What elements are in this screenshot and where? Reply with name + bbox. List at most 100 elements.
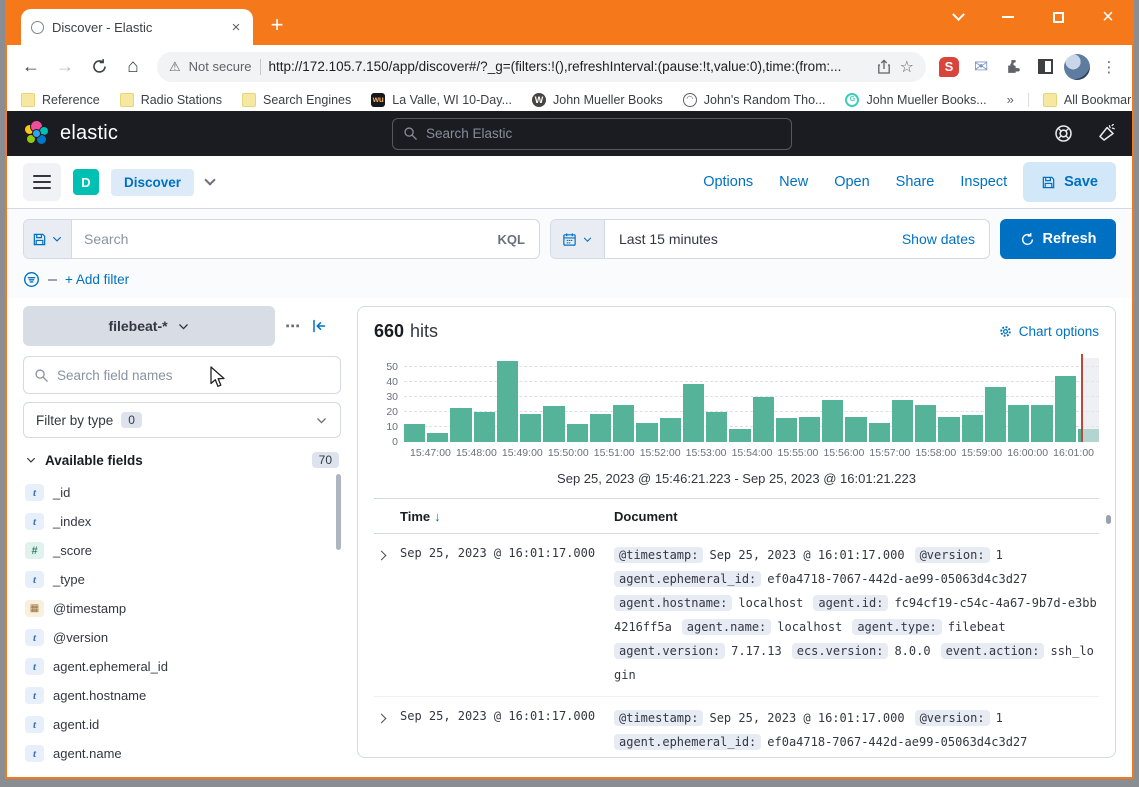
histogram-bar[interactable]: [1008, 405, 1029, 443]
url-bar[interactable]: Not secure http://172.105.7.150/app/disc…: [157, 52, 926, 82]
newsfeed-icon[interactable]: [1097, 124, 1116, 143]
histogram-bar[interactable]: [543, 406, 564, 442]
field-chip[interactable]: event.action:: [941, 643, 1045, 659]
nav-menu-item[interactable]: Options: [703, 174, 753, 190]
field-chip[interactable]: agent.id:: [813, 595, 888, 611]
histogram-bar[interactable]: [404, 424, 425, 442]
bookmark-item[interactable]: Radio Stations: [120, 93, 222, 107]
browser-tab[interactable]: Discover - Elastic: [21, 9, 253, 45]
home-icon[interactable]: [119, 53, 147, 81]
histogram-bar[interactable]: [497, 361, 518, 442]
nav-menu-item[interactable]: Inspect: [960, 174, 1007, 190]
histogram-bar[interactable]: [450, 408, 471, 443]
main-menu-icon[interactable]: [23, 163, 61, 201]
histogram-bar[interactable]: [892, 400, 913, 442]
filter-icon[interactable]: [23, 271, 40, 288]
chevron-down-icon[interactable]: [204, 174, 215, 185]
not-secure-label[interactable]: Not secure: [189, 59, 252, 74]
field-chip[interactable]: agent.name:: [682, 619, 771, 635]
field-list-item[interactable]: # _score: [23, 536, 341, 565]
minimize-icon[interactable]: [998, 7, 1018, 27]
close-window-icon[interactable]: [1098, 7, 1118, 27]
collapse-sidebar-icon[interactable]: [311, 318, 327, 334]
extensions-puzzle-icon[interactable]: [1000, 54, 1026, 80]
space-avatar[interactable]: D: [73, 169, 99, 195]
bookmark-item[interactable]: John Mueller Books: [532, 93, 663, 107]
chart-options-button[interactable]: Chart options: [998, 324, 1099, 339]
nav-menu-item[interactable]: Share: [896, 174, 935, 190]
field-settings-icon[interactable]: [285, 317, 301, 335]
histogram-bar[interactable]: [1031, 405, 1052, 443]
histogram-bar[interactable]: [427, 433, 448, 442]
global-search[interactable]: [392, 118, 792, 150]
index-pattern-select[interactable]: filebeat-*: [23, 306, 275, 346]
nav-menu-item[interactable]: New: [779, 174, 808, 190]
histogram-bar[interactable]: [962, 415, 983, 442]
histogram-bar[interactable]: [845, 417, 866, 443]
histogram-bar[interactable]: [938, 417, 959, 443]
extension-s-icon[interactable]: [936, 54, 962, 80]
expand-row-icon[interactable]: [374, 706, 400, 758]
field-chip[interactable]: agent.ephemeral_id:: [614, 571, 761, 587]
histogram-bar[interactable]: [985, 387, 1006, 443]
extension-mail-icon[interactable]: [968, 54, 994, 80]
histogram-bar[interactable]: [474, 412, 495, 442]
field-list-item[interactable]: t @version: [23, 623, 341, 652]
not-secure-warning-icon[interactable]: [169, 58, 181, 76]
filter-by-type-select[interactable]: Filter by type 0: [23, 402, 341, 438]
field-search[interactable]: [23, 356, 341, 394]
field-chip[interactable]: @timestamp:: [614, 547, 703, 563]
show-dates-button[interactable]: Show dates: [888, 220, 989, 258]
breadcrumb[interactable]: Discover: [111, 169, 194, 196]
bookmark-item[interactable]: John Mueller Books...: [845, 93, 986, 107]
global-search-input[interactable]: [426, 126, 781, 141]
tab-close-icon[interactable]: [227, 18, 245, 36]
field-list-item[interactable]: t agent.id: [23, 710, 341, 739]
field-chip[interactable]: @timestamp:: [614, 710, 703, 726]
share-icon[interactable]: [876, 59, 892, 75]
bookmarks-overflow-icon[interactable]: [1007, 92, 1014, 107]
histogram-bar[interactable]: [636, 423, 657, 442]
search-input[interactable]: [84, 231, 472, 247]
add-filter-button[interactable]: + Add filter: [65, 272, 129, 287]
field-list-item[interactable]: t agent.hostname: [23, 681, 341, 710]
expand-row-icon[interactable]: [374, 543, 400, 687]
date-picker-button[interactable]: [551, 220, 605, 258]
field-chip[interactable]: ecs.version:: [792, 643, 889, 659]
bookmark-star-icon[interactable]: [900, 57, 914, 77]
field-chip[interactable]: agent.hostname:: [614, 595, 732, 611]
help-icon[interactable]: [1054, 124, 1073, 143]
bookmark-item[interactable]: La Valle, WI 10-Day...: [371, 93, 512, 107]
saved-queries-button[interactable]: [24, 220, 72, 258]
sort-descending-icon[interactable]: [434, 509, 441, 524]
histogram-bar[interactable]: [822, 400, 843, 442]
side-panel-icon[interactable]: [1032, 54, 1058, 80]
field-chip[interactable]: agent.version:: [614, 643, 725, 659]
new-tab-button[interactable]: [263, 11, 291, 39]
field-list-scrollbar[interactable]: [336, 474, 341, 550]
bookmark-item[interactable]: Reference: [21, 93, 100, 107]
histogram-bar[interactable]: [660, 418, 681, 442]
histogram-bar[interactable]: [753, 397, 774, 442]
histogram-bar[interactable]: [683, 384, 704, 443]
back-icon[interactable]: [17, 53, 45, 81]
field-chip[interactable]: agent.ephemeral_id:: [614, 734, 761, 750]
maximize-icon[interactable]: [1048, 7, 1068, 27]
field-list-item[interactable]: t _index: [23, 507, 341, 536]
histogram-bar[interactable]: [567, 424, 588, 442]
save-button[interactable]: Save: [1023, 162, 1116, 202]
histogram-bar[interactable]: [869, 423, 890, 442]
field-list-item[interactable]: t _id: [23, 478, 341, 507]
tab-search-chevron-icon[interactable]: [948, 7, 968, 27]
refresh-button[interactable]: Refresh: [1000, 219, 1116, 259]
histogram-bar[interactable]: [590, 414, 611, 442]
profile-avatar[interactable]: [1064, 54, 1090, 80]
time-range-value[interactable]: Last 15 minutes: [605, 220, 888, 258]
histogram-bar[interactable]: [1055, 376, 1076, 442]
histogram-bar[interactable]: [776, 418, 797, 442]
time-column-header[interactable]: Time: [400, 509, 430, 524]
histogram-bar[interactable]: [799, 417, 820, 443]
nav-menu-item[interactable]: Open: [834, 174, 869, 190]
field-list-item[interactable]: t agent.ephemeral_id: [23, 652, 341, 681]
forward-icon[interactable]: [51, 53, 79, 81]
